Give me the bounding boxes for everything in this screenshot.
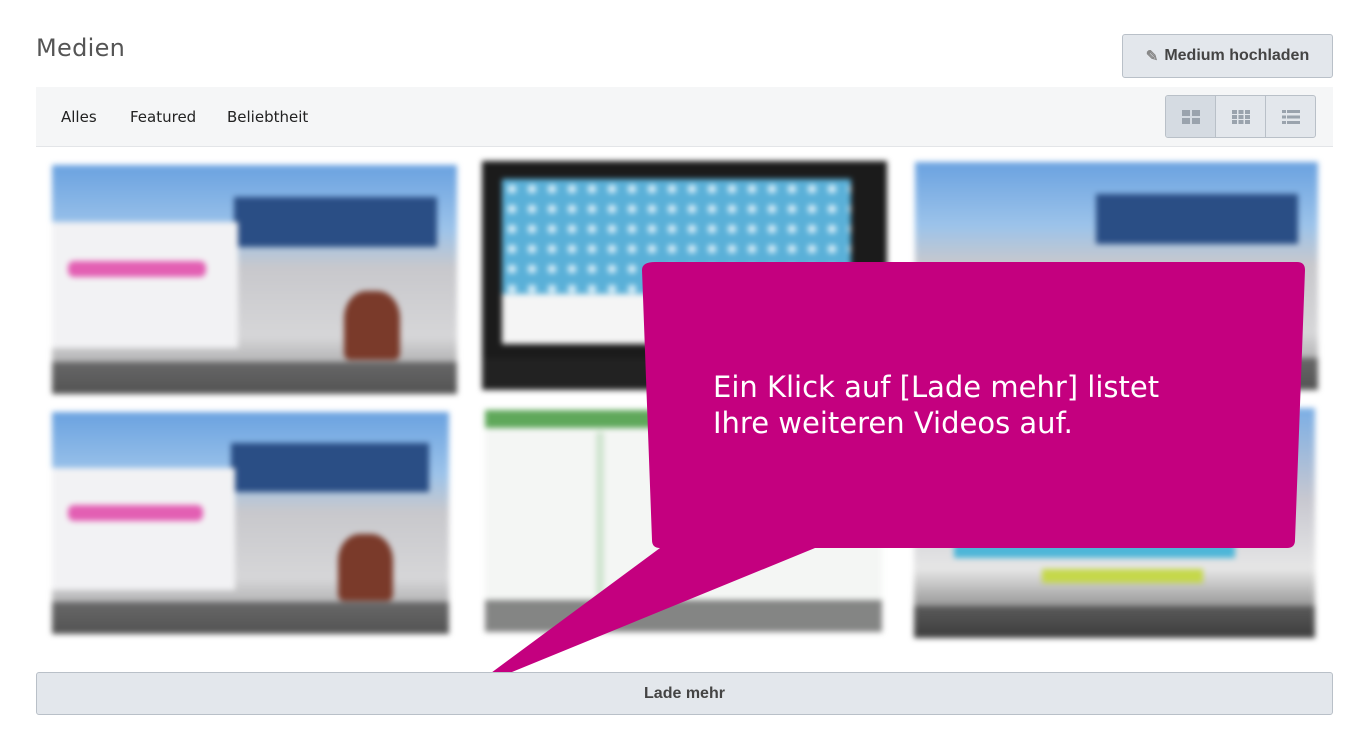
view-grid-large-button[interactable] <box>1166 96 1216 137</box>
upload-media-label: Medium hochladen <box>1164 47 1310 64</box>
grid-large-icon <box>1181 109 1200 124</box>
callout-text: Ein Klick auf [Lade mehr] listet Ihre we… <box>713 369 1273 441</box>
pencil-icon: ✎ <box>1145 48 1159 65</box>
view-grid-small-button[interactable] <box>1216 96 1266 137</box>
filter-bar: Alles Featured Beliebtheit <box>36 87 1333 147</box>
video-thumbnail[interactable] <box>52 412 449 634</box>
callout-line-1: Ein Klick auf [Lade mehr] listet <box>713 370 1160 404</box>
tab-featured[interactable]: Featured <box>130 108 196 126</box>
page-title: Medien <box>36 34 126 62</box>
view-list-button[interactable] <box>1266 96 1315 137</box>
tab-popularity[interactable]: Beliebtheit <box>227 108 308 126</box>
video-thumbnail[interactable] <box>485 410 882 632</box>
grid-small-icon <box>1231 109 1250 124</box>
video-thumbnail[interactable] <box>482 161 887 390</box>
tab-all[interactable]: Alles <box>61 108 97 126</box>
video-thumbnail[interactable] <box>914 408 1315 638</box>
list-view-icon <box>1281 109 1300 124</box>
load-more-button[interactable]: Lade mehr <box>36 672 1333 715</box>
video-thumbnail[interactable] <box>915 162 1318 390</box>
video-thumbnail[interactable] <box>52 165 457 394</box>
callout-line-2: Ihre weiteren Videos auf. <box>713 406 1073 440</box>
view-mode-toggle-group <box>1165 95 1316 138</box>
upload-media-button[interactable]: ✎ Medium hochladen <box>1122 34 1333 78</box>
